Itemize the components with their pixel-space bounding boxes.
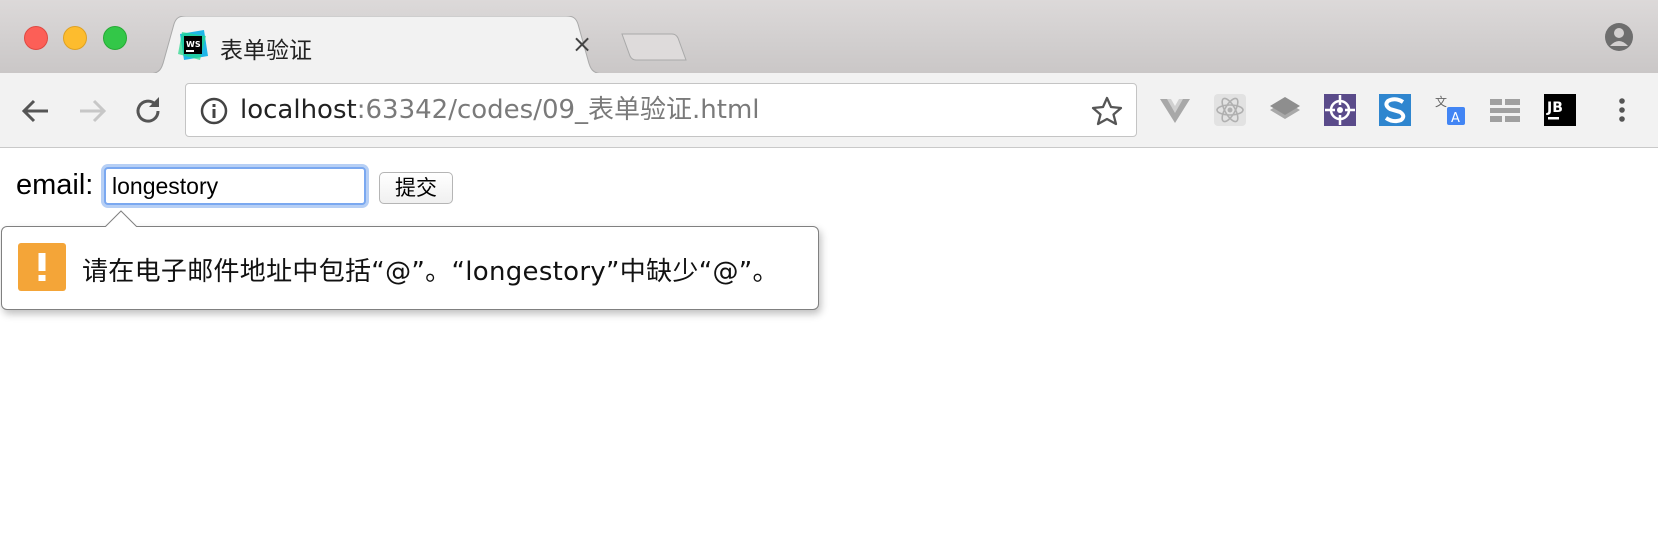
url-path: :63342/codes/09_表单验证.html <box>356 95 760 125</box>
tab-strip: WS 表单验证 × <box>0 0 1658 74</box>
layers-icon[interactable] <box>1268 93 1302 127</box>
tab-title: 表单验证 <box>220 38 312 64</box>
s-extension-icon[interactable] <box>1378 93 1412 127</box>
profile-icon[interactable] <box>1604 22 1634 52</box>
svg-text:文: 文 <box>1435 94 1447 109</box>
url-host: localhost <box>240 95 357 125</box>
info-icon[interactable] <box>200 97 228 125</box>
svg-text:JB: JB <box>1546 100 1563 116</box>
tab-shape <box>148 16 605 74</box>
email-label: email: <box>16 169 94 201</box>
warning-icon <box>18 243 66 291</box>
close-window-button[interactable] <box>24 26 48 50</box>
gallery-icon[interactable] <box>1323 93 1357 127</box>
svg-text:A: A <box>1451 111 1460 126</box>
react-devtools-icon[interactable] <box>1213 93 1247 127</box>
bookmark-star-icon[interactable] <box>1091 95 1123 127</box>
menu-icon[interactable] <box>1612 93 1632 127</box>
zoom-window-button[interactable] <box>103 26 127 50</box>
vue-devtools-icon[interactable] <box>1158 93 1192 127</box>
validation-message: 请在电子邮件地址中包括“@”。“longestory”中缺少“@”。 <box>82 257 779 287</box>
jetbrains-icon[interactable]: JB <box>1543 93 1577 127</box>
tab-close-icon[interactable]: × <box>568 30 596 58</box>
minimize-window-button[interactable] <box>63 26 87 50</box>
url-text[interactable]: localhost:63342/codes/09_表单验证.html <box>240 94 760 126</box>
svg-text:WS: WS <box>186 40 201 49</box>
address-bar[interactable]: localhost:63342/codes/09_表单验证.html <box>185 83 1137 137</box>
translate-icon[interactable]: 文 A <box>1433 93 1467 127</box>
active-tab[interactable]: WS 表单验证 × <box>148 16 608 74</box>
validation-tooltip: 请在电子邮件地址中包括“@”。“longestory”中缺少“@”。 <box>1 210 819 310</box>
forward-icon[interactable] <box>74 93 110 129</box>
webstorm-favicon-icon: WS <box>178 30 208 60</box>
submit-button[interactable]: 提交 <box>379 172 453 204</box>
page-content: email: 提交 请在电子邮件地址中包括“@”。“longestory”中缺少… <box>0 149 1658 544</box>
browser-toolbar: localhost:63342/codes/09_表单验证.html 文 A J… <box>0 73 1658 148</box>
tooltip-arrow <box>104 210 138 228</box>
email-input[interactable] <box>104 167 366 205</box>
back-icon[interactable] <box>18 93 54 129</box>
reload-icon[interactable] <box>130 93 166 129</box>
grid-extension-icon[interactable] <box>1488 93 1522 127</box>
new-tab-button[interactable] <box>620 32 688 62</box>
